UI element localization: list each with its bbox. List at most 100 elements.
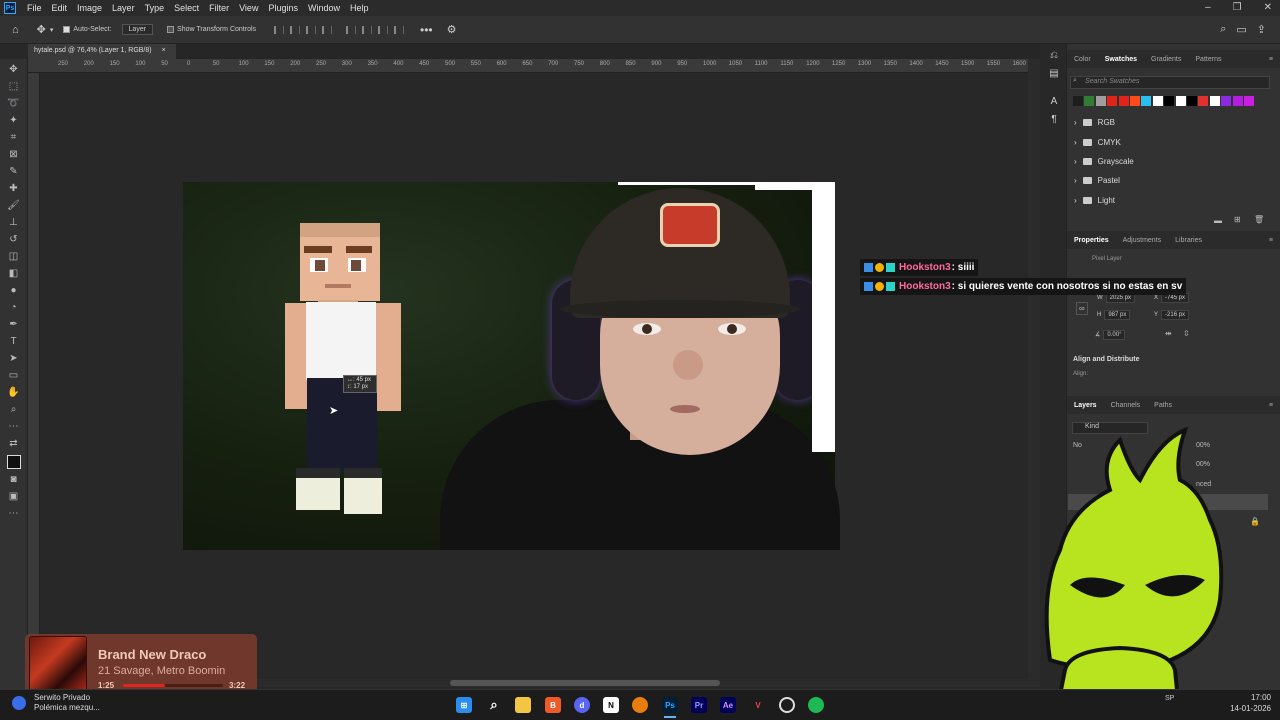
tab-patterns[interactable]: Patterns bbox=[1188, 56, 1228, 63]
menu-file[interactable]: File bbox=[22, 3, 47, 13]
spotify-icon[interactable] bbox=[808, 697, 824, 713]
align-distribute-heading[interactable]: Align and Distribute bbox=[1073, 356, 1140, 363]
color-swap-icon[interactable]: ⇄ bbox=[7, 438, 21, 450]
lasso-tool-icon[interactable]: ➰ bbox=[7, 98, 21, 110]
align-top-icon[interactable] bbox=[346, 25, 357, 34]
eraser-tool-icon[interactable]: ◫ bbox=[7, 251, 21, 263]
color-swatch[interactable] bbox=[1073, 96, 1083, 106]
panel-menu-icon[interactable]: ≡ bbox=[1262, 402, 1280, 409]
align-distribute-icon[interactable] bbox=[322, 25, 333, 34]
comments-panel-icon[interactable]: ▤ bbox=[1047, 68, 1061, 80]
delete-swatch-icon[interactable]: 🗑 bbox=[1254, 215, 1264, 224]
chevron-down-icon[interactable]: ▾ bbox=[50, 26, 54, 34]
more-tools-icon[interactable]: ⋯ bbox=[7, 421, 21, 433]
color-swatch[interactable] bbox=[1221, 96, 1232, 106]
eyedropper-icon[interactable]: ✎ bbox=[7, 166, 21, 178]
healing-brush-icon[interactable]: ✚ bbox=[7, 183, 21, 195]
blur-tool-icon[interactable]: ● bbox=[7, 285, 21, 297]
color-swatch[interactable] bbox=[1084, 96, 1095, 106]
color-swatch[interactable] bbox=[1107, 96, 1118, 106]
tab-adjustments[interactable]: Adjustments bbox=[1116, 237, 1169, 244]
align-middle-icon[interactable] bbox=[362, 25, 373, 34]
tab-gradients[interactable]: Gradients bbox=[1144, 56, 1188, 63]
menu-select[interactable]: Select bbox=[169, 3, 204, 13]
h-value[interactable]: 987 px bbox=[1104, 310, 1131, 320]
brush-tool-icon[interactable]: 🖌 bbox=[7, 200, 21, 212]
align-center-icon[interactable] bbox=[290, 25, 301, 34]
search-icon[interactable]: ⌕ bbox=[486, 697, 502, 713]
swatch-group-rgb[interactable]: › RGB bbox=[1074, 118, 1115, 127]
screen-mode-icon[interactable]: ▣ bbox=[7, 491, 21, 503]
paragraph-panel-icon[interactable]: ¶ bbox=[1047, 114, 1061, 126]
panel-menu-icon[interactable]: ≡ bbox=[1262, 237, 1280, 244]
marquee-tool-icon[interactable]: ⬚ bbox=[7, 81, 21, 93]
flip-vertical-icon[interactable]: ⇳ bbox=[1183, 329, 1190, 338]
menu-view[interactable]: View bbox=[234, 3, 263, 13]
pen-tool-icon[interactable]: ✒ bbox=[7, 319, 21, 331]
windows-start-icon[interactable]: ⊞ bbox=[456, 697, 472, 713]
tab-paths[interactable]: Paths bbox=[1147, 402, 1179, 409]
x-field[interactable]: X -745 px bbox=[1154, 293, 1190, 303]
align-right-icon[interactable] bbox=[306, 25, 317, 34]
show-transform-checkbox[interactable]: Show Transform Controls bbox=[167, 26, 256, 33]
frame-tool-icon[interactable]: ⊠ bbox=[7, 149, 21, 161]
y-field[interactable]: Y -216 px bbox=[1154, 310, 1190, 320]
quick-mask-icon[interactable]: ◙ bbox=[7, 474, 21, 486]
vegas-icon[interactable]: V bbox=[750, 697, 766, 713]
menu-image[interactable]: Image bbox=[72, 3, 107, 13]
y-value[interactable]: -216 px bbox=[1161, 310, 1190, 320]
color-swatch[interactable] bbox=[1164, 96, 1175, 106]
flip-horizontal-icon[interactable]: ⇹ bbox=[1165, 329, 1172, 338]
foreground-color-icon[interactable] bbox=[6, 455, 21, 469]
angle-value[interactable]: 0.00° bbox=[1103, 330, 1126, 340]
align-left-icon[interactable] bbox=[274, 25, 285, 34]
document-tab[interactable]: hytale.psd @ 76,4% (Layer 1, RGB/8) × bbox=[28, 44, 176, 59]
tab-channels[interactable]: Channels bbox=[1104, 402, 1148, 409]
auto-select-checkbox[interactable]: Auto-Select: bbox=[63, 26, 112, 33]
width-field[interactable]: W 2025 px bbox=[1097, 293, 1136, 303]
color-swatch[interactable] bbox=[1175, 96, 1186, 106]
new-group-icon[interactable]: ▬ bbox=[1214, 216, 1222, 225]
type-tool-icon[interactable]: T bbox=[7, 336, 21, 348]
color-swatch[interactable] bbox=[1130, 96, 1140, 106]
swatch-group-light[interactable]: › Light bbox=[1074, 196, 1115, 205]
menu-help[interactable]: Help bbox=[345, 3, 374, 13]
search-icon[interactable]: ⌕ bbox=[1220, 23, 1226, 36]
menu-plugins[interactable]: Plugins bbox=[263, 3, 303, 13]
minimize-icon[interactable]: – bbox=[1205, 2, 1211, 13]
new-swatch-icon[interactable]: ⊞ bbox=[1234, 215, 1241, 224]
brave-icon[interactable]: B bbox=[545, 697, 561, 713]
history-brush-icon[interactable]: ↺ bbox=[7, 234, 21, 246]
menu-type[interactable]: Type bbox=[140, 3, 170, 13]
more-options-icon[interactable]: ••• bbox=[420, 23, 433, 37]
swatch-group-cmyk[interactable]: › CMYK bbox=[1074, 138, 1121, 147]
system-clock[interactable]: 17:00 14-01-2026 bbox=[1225, 692, 1271, 714]
height-field[interactable]: H 987 px bbox=[1097, 310, 1131, 320]
horizontal-scrollbar-thumb[interactable] bbox=[450, 680, 720, 686]
tab-color[interactable]: Color bbox=[1067, 56, 1098, 63]
color-swatch[interactable] bbox=[1141, 96, 1152, 106]
swatch-search-input[interactable]: Search Swatches bbox=[1070, 76, 1270, 89]
magic-wand-icon[interactable]: ✦ bbox=[7, 115, 21, 127]
tab-libraries[interactable]: Libraries bbox=[1168, 237, 1209, 244]
auto-select-target-dropdown[interactable]: Layer bbox=[121, 24, 154, 35]
menu-window[interactable]: Window bbox=[303, 3, 345, 13]
path-select-icon[interactable]: ➤ bbox=[7, 353, 21, 365]
gradient-tool-icon[interactable]: ◧ bbox=[7, 268, 21, 280]
history-panel-icon[interactable]: ⎌ bbox=[1047, 50, 1061, 62]
news-icon[interactable] bbox=[12, 696, 26, 710]
color-swatch[interactable] bbox=[1118, 96, 1129, 106]
color-swatch[interactable] bbox=[1244, 96, 1254, 106]
hand-tool-icon[interactable]: ✋ bbox=[7, 387, 21, 399]
color-swatch[interactable] bbox=[1095, 96, 1106, 106]
settings-gear-icon[interactable]: ⚙ bbox=[447, 23, 457, 36]
blender-icon[interactable] bbox=[632, 697, 648, 713]
menu-layer[interactable]: Layer bbox=[107, 3, 140, 13]
home-icon[interactable]: ⌂ bbox=[12, 24, 19, 36]
color-swatch[interactable] bbox=[1232, 96, 1243, 106]
color-swatch[interactable] bbox=[1187, 96, 1197, 106]
workspace-icon[interactable]: ▭ bbox=[1236, 23, 1246, 36]
color-swatch[interactable] bbox=[1152, 96, 1163, 106]
tab-properties[interactable]: Properties bbox=[1067, 237, 1116, 244]
color-swatch[interactable] bbox=[1209, 96, 1220, 106]
